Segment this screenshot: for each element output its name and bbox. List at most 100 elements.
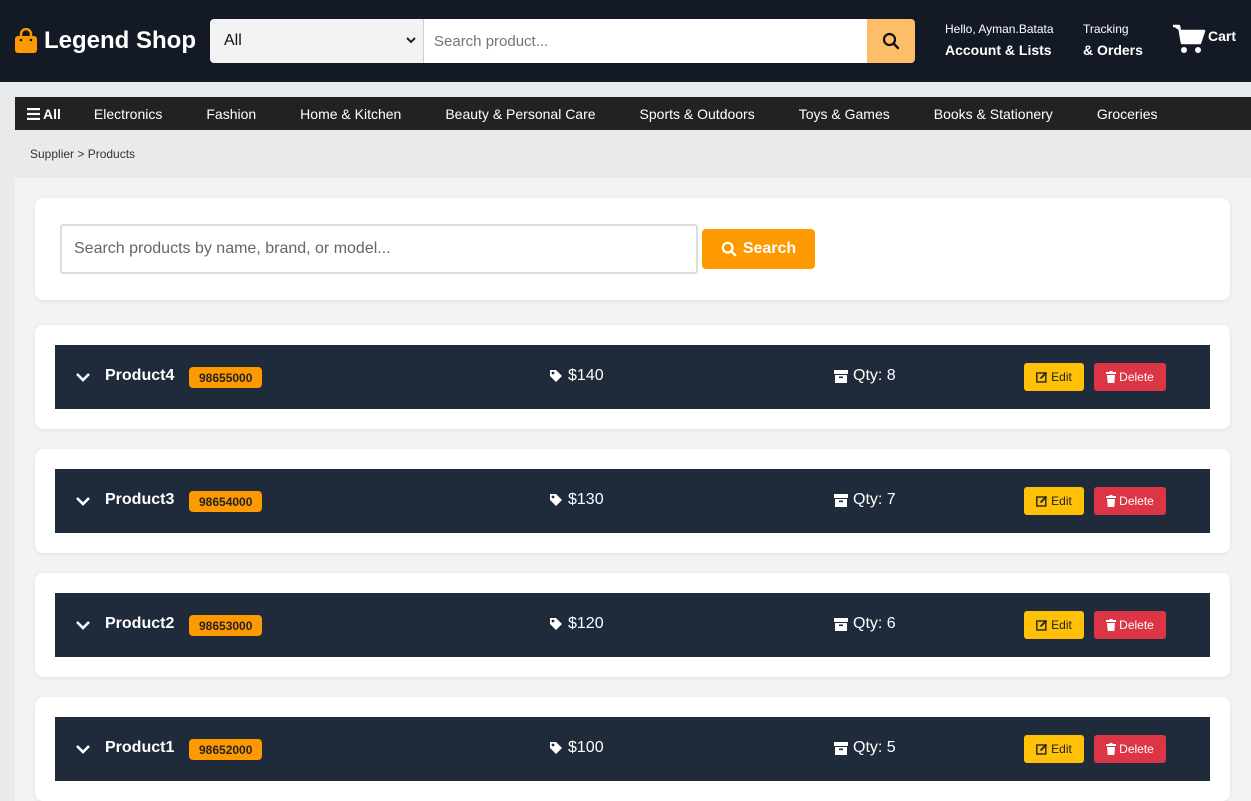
product-card: Product2 98653000 $120 Qty: 6 Edit Delet…: [35, 573, 1230, 677]
product-name: Product4: [105, 367, 175, 384]
product-qty-value: Qty: 7: [853, 491, 896, 508]
shopping-bag-icon: [15, 28, 37, 53]
box-icon: [834, 493, 848, 507]
product-search-card: Search: [35, 198, 1230, 300]
box-icon: [834, 617, 848, 631]
nav-all-menu[interactable]: All: [27, 106, 61, 122]
delete-button-label: Delete: [1119, 742, 1154, 756]
product-price: $140: [549, 367, 604, 385]
account-lists-label: Account & Lists: [945, 42, 1052, 58]
category-select-value: All: [224, 32, 242, 49]
product-name: Product1: [105, 739, 175, 756]
breadcrumb: Supplier > Products: [30, 147, 136, 161]
nav-item-electronics[interactable]: Electronics: [94, 106, 162, 122]
chevron-down-icon[interactable]: [75, 617, 91, 633]
product-qty: Qty: 7: [834, 491, 896, 509]
logo[interactable]: Legend Shop: [14, 27, 196, 55]
cart-button[interactable]: Cart: [1172, 23, 1236, 55]
nav-item-fashion[interactable]: Fashion: [206, 106, 256, 122]
edit-button[interactable]: Edit: [1024, 735, 1084, 763]
edit-button-label: Edit: [1051, 370, 1072, 384]
product-price-value: $100: [568, 739, 604, 756]
product-name: Product2: [105, 615, 175, 632]
product-price: $130: [549, 491, 604, 509]
product-sku-badge: 98652000: [189, 739, 263, 760]
main-content: Search Product4 98655000 $140 Qty: 8 Edi…: [15, 178, 1251, 801]
product-sku-badge: 98653000: [189, 615, 263, 636]
nav-item-groceries[interactable]: Groceries: [1097, 106, 1158, 122]
nav-item-books[interactable]: Books & Stationery: [934, 106, 1053, 122]
tag-icon: [550, 618, 562, 630]
nav-item-toys[interactable]: Toys & Games: [799, 106, 890, 122]
product-search-button-label: Search: [742, 240, 797, 257]
product-sku-badge: 98654000: [189, 491, 263, 512]
trash-icon: [1106, 619, 1117, 631]
orders-menu[interactable]: Tracking & Orders: [1083, 22, 1143, 58]
product-search-input[interactable]: [60, 224, 698, 274]
edit-button[interactable]: Edit: [1024, 611, 1084, 639]
product-qty-value: Qty: 6: [853, 615, 896, 632]
edit-button-label: Edit: [1051, 494, 1072, 508]
product-qty: Qty: 5: [834, 739, 896, 757]
product-price: $100: [549, 739, 604, 757]
delete-button-label: Delete: [1119, 494, 1154, 508]
tag-icon: [550, 494, 562, 506]
account-greeting: Hello, Ayman.Batata: [945, 22, 1054, 36]
product-qty: Qty: 8: [834, 367, 896, 385]
delete-button[interactable]: Delete: [1094, 735, 1166, 763]
tag-icon: [550, 742, 562, 754]
product-price-value: $120: [568, 615, 604, 632]
nav-item-sports[interactable]: Sports & Outdoors: [640, 106, 755, 122]
product-price-value: $130: [568, 491, 604, 508]
product-price-value: $140: [568, 367, 604, 384]
edit-button-label: Edit: [1051, 618, 1072, 632]
chevron-down-icon[interactable]: [75, 741, 91, 757]
search-icon: [721, 241, 737, 257]
product-sku-badge: 98655000: [189, 367, 263, 388]
account-menu[interactable]: Hello, Ayman.Batata Account & Lists: [945, 22, 1054, 58]
product-header[interactable]: Product1 98652000 $100 Qty: 5 Edit Delet…: [55, 717, 1210, 781]
delete-button[interactable]: Delete: [1094, 611, 1166, 639]
edit-icon: [1036, 619, 1048, 631]
product-header[interactable]: Product3 98654000 $130 Qty: 7 Edit Delet…: [55, 469, 1210, 533]
cart-icon: [1173, 24, 1206, 53]
product-name: Product3: [105, 491, 175, 508]
chevron-down-icon: [406, 37, 416, 44]
tracking-label: Tracking: [1083, 22, 1129, 36]
product-price: $120: [549, 615, 604, 633]
edit-button[interactable]: Edit: [1024, 363, 1084, 391]
trash-icon: [1106, 495, 1117, 507]
chevron-down-icon[interactable]: [75, 369, 91, 385]
header-search-button[interactable]: [867, 19, 915, 63]
search-icon: [882, 32, 900, 50]
product-card: Product3 98654000 $130 Qty: 7 Edit Delet…: [35, 449, 1230, 553]
product-card: Product4 98655000 $140 Qty: 8 Edit Delet…: [35, 325, 1230, 429]
cart-label: Cart: [1208, 28, 1237, 44]
edit-button[interactable]: Edit: [1024, 487, 1084, 515]
box-icon: [834, 741, 848, 755]
delete-button[interactable]: Delete: [1094, 363, 1166, 391]
product-qty-value: Qty: 5: [853, 739, 896, 756]
edit-icon: [1036, 371, 1048, 383]
product-search-button[interactable]: Search: [702, 229, 815, 269]
tag-icon: [550, 370, 562, 382]
product-header[interactable]: Product4 98655000 $140 Qty: 8 Edit Delet…: [55, 345, 1210, 409]
nav-all-label: All: [43, 105, 61, 122]
product-qty-value: Qty: 8: [853, 367, 896, 384]
header-search-input[interactable]: [424, 19, 867, 63]
logo-text: Legend Shop: [44, 27, 196, 54]
top-header: Legend Shop All Hello, Ayman.Batata Acco…: [0, 0, 1251, 82]
category-select[interactable]: All: [210, 19, 424, 63]
nav-item-home-kitchen[interactable]: Home & Kitchen: [300, 106, 401, 122]
chevron-down-icon[interactable]: [75, 493, 91, 509]
delete-button-label: Delete: [1119, 618, 1154, 632]
delete-button-label: Delete: [1119, 370, 1154, 384]
product-header[interactable]: Product2 98653000 $120 Qty: 6 Edit Delet…: [55, 593, 1210, 657]
trash-icon: [1106, 371, 1117, 383]
product-card: Product1 98652000 $100 Qty: 5 Edit Delet…: [35, 697, 1230, 801]
hamburger-icon: [27, 107, 40, 120]
nav-item-beauty[interactable]: Beauty & Personal Care: [445, 106, 595, 122]
delete-button[interactable]: Delete: [1094, 487, 1166, 515]
box-icon: [834, 369, 848, 383]
trash-icon: [1106, 743, 1117, 755]
